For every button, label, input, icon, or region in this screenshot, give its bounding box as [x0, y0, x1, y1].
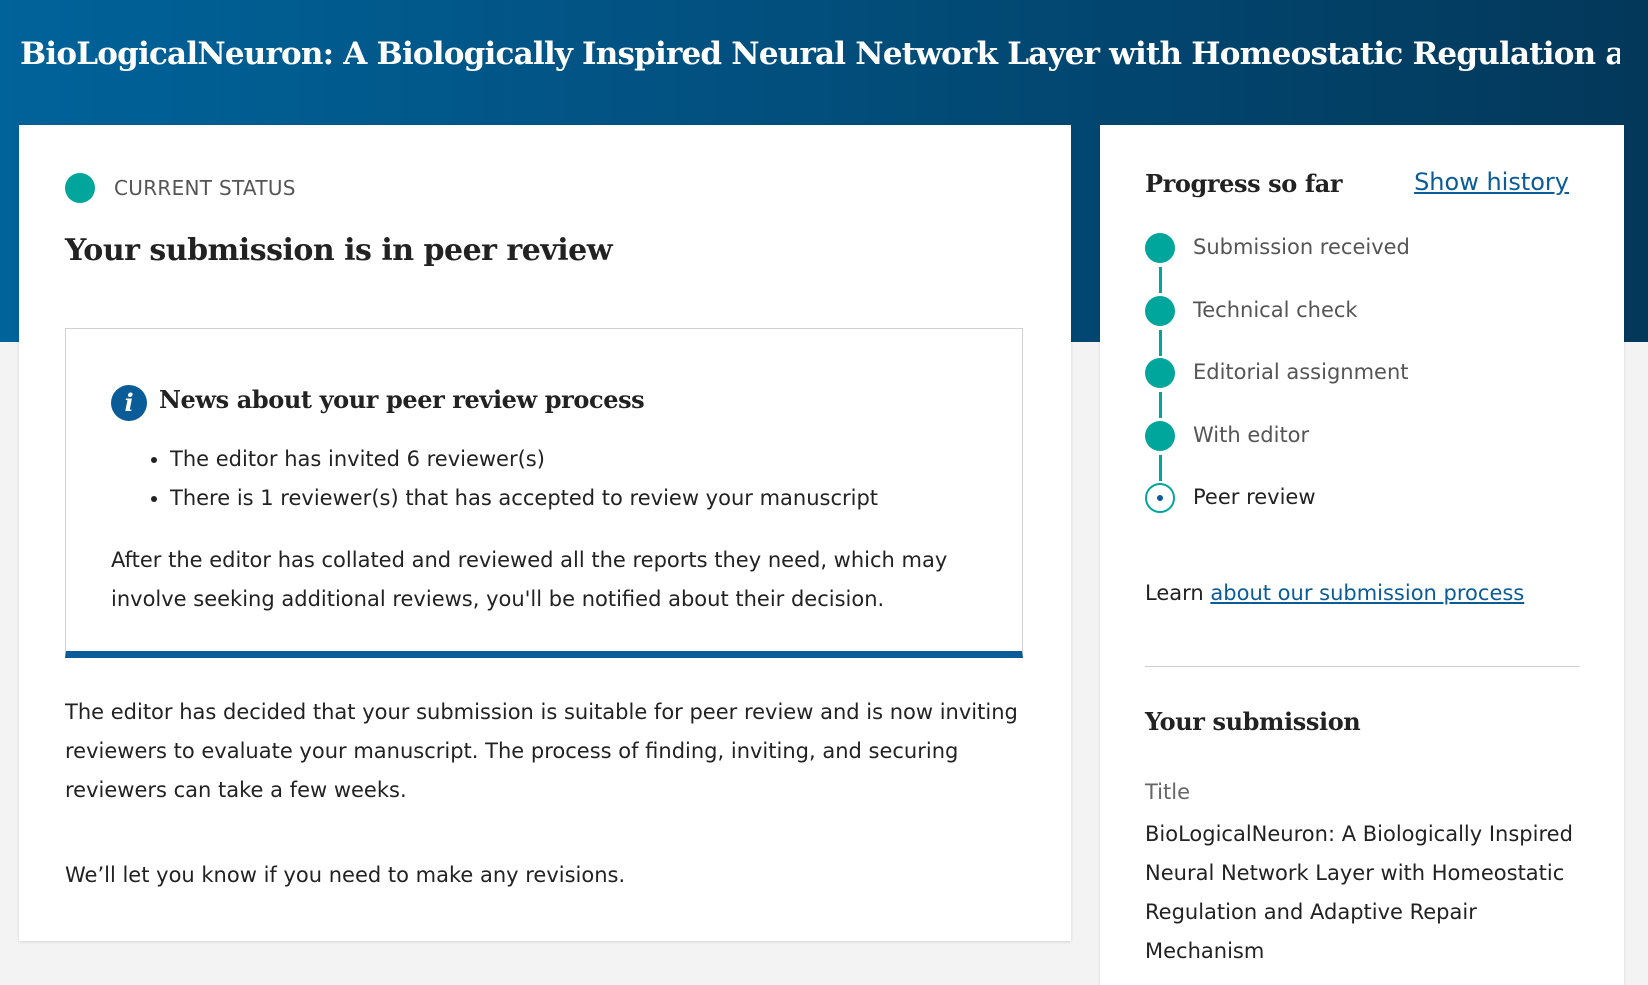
step-label: Submission received	[1193, 235, 1410, 259]
progress-sidebar: Progress so far Show history Submission …	[1100, 125, 1624, 985]
submission-heading: Your submission	[1145, 707, 1361, 736]
list-item: There is 1 reviewer(s) that has accepted…	[170, 479, 878, 518]
step-connector	[1159, 267, 1162, 293]
step-label: Technical check	[1193, 297, 1358, 322]
step-complete-icon	[1145, 233, 1175, 263]
status-label: CURRENT STATUS	[114, 176, 296, 200]
step-complete-icon	[1145, 358, 1175, 388]
title-field-label: Title	[1145, 780, 1191, 804]
step-label: Editorial assignment	[1193, 360, 1409, 384]
progress-heading: Progress so far	[1145, 169, 1343, 198]
status-heading: Your submission is in peer review	[65, 233, 613, 268]
status-row: CURRENT STATUS	[65, 172, 296, 204]
step-connector	[1159, 392, 1162, 418]
news-body: After the editor has collated and review…	[111, 548, 948, 611]
news-panel: i News about your peer review process Th…	[65, 328, 1023, 658]
news-list: The editor has invited 6 reviewer(s) The…	[144, 440, 878, 518]
step-connector	[1159, 454, 1162, 481]
step-connector	[1159, 329, 1162, 356]
list-item: The editor has invited 6 reviewer(s)	[170, 440, 878, 479]
page-title: BioLogicalNeuron: A Biologically Inspire…	[20, 36, 1620, 72]
divider	[1145, 666, 1580, 667]
title-field-value: BioLogicalNeuron: A Biologically Inspire…	[1145, 822, 1573, 963]
news-header: i News about your peer review process	[111, 377, 645, 421]
revisions-note: We’ll let you know if you need to make a…	[65, 863, 626, 887]
step-complete-icon	[1145, 295, 1175, 326]
show-history-link[interactable]: Show history	[1414, 168, 1569, 196]
step-complete-icon	[1145, 420, 1175, 451]
learn-line: Learn about our submission process	[1145, 581, 1524, 605]
status-card: CURRENT STATUS Your submission is in pee…	[19, 125, 1071, 941]
info-icon: i	[111, 385, 147, 421]
status-dot-icon	[65, 173, 95, 203]
learn-prefix: Learn	[1145, 581, 1204, 605]
news-title: News about your peer review process	[159, 384, 645, 414]
status-description: The editor has decided that your submiss…	[65, 700, 1018, 802]
step-current-icon	[1145, 483, 1175, 513]
step-label: Peer review	[1193, 485, 1316, 509]
submission-process-link[interactable]: about our submission process	[1210, 581, 1524, 605]
step-label: With editor	[1193, 422, 1310, 447]
